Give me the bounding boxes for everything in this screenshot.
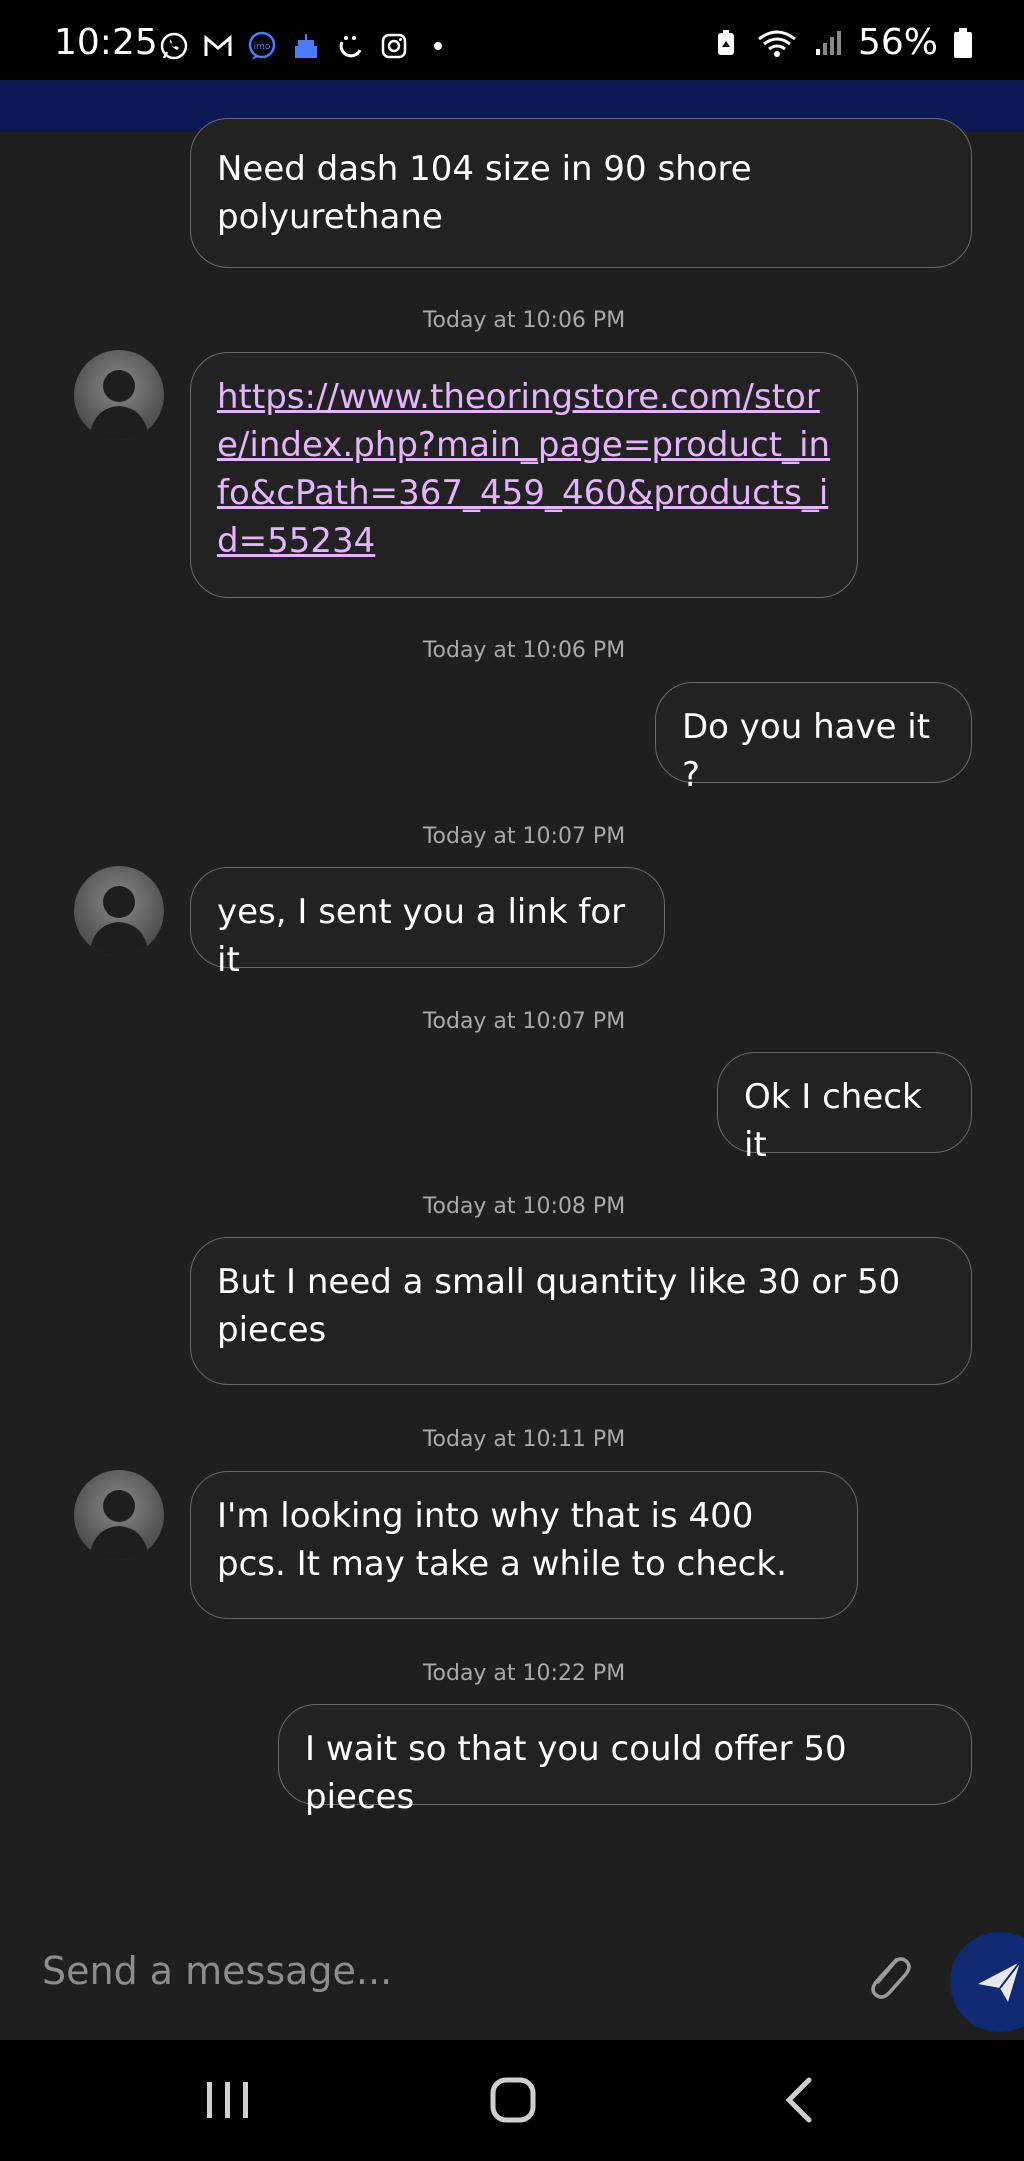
message-timestamp: Today at 10:22 PM <box>422 1661 626 1686</box>
message-text: But I need a small quantity like 30 or 5… <box>217 1262 901 1350</box>
person-silhouette-icon <box>89 370 149 440</box>
message-text: Need dash 104 size in 90 shore polyureth… <box>217 149 752 237</box>
message-timestamp: Today at 10:06 PM <box>422 308 626 333</box>
message-timestamp: Today at 10:11 PM <box>422 1427 626 1452</box>
message-text: I wait so that you could offer 50 pieces <box>305 1729 847 1817</box>
back-icon[interactable] <box>765 2070 835 2130</box>
message-bubble-sent: But I need a small quantity like 30 or 5… <box>190 1237 972 1385</box>
message-timestamp: Today at 10:08 PM <box>422 1194 626 1219</box>
message-text: Ok I check it <box>744 1077 922 1165</box>
message-text: Do you have it ? <box>682 707 931 795</box>
product-link[interactable]: https://www.theoringstore.com/store/inde… <box>217 377 830 561</box>
agent-avatar <box>74 1470 164 1560</box>
chat-transcript: Need dash 104 size in 90 shore polyureth… <box>0 0 1024 1900</box>
attach-file-icon[interactable] <box>856 1946 918 2008</box>
system-nav-bar <box>0 2040 1024 2161</box>
person-silhouette-icon <box>89 1490 149 1560</box>
message-bubble-sent: Need dash 104 size in 90 shore polyureth… <box>190 118 972 268</box>
send-icon <box>978 1961 1021 2002</box>
send-button[interactable] <box>950 1932 1024 2032</box>
message-bubble-received: I'm looking into why that is 400 pcs. It… <box>190 1471 858 1619</box>
message-text: I'm looking into why that is 400 pcs. It… <box>217 1496 787 1584</box>
agent-avatar <box>74 866 164 956</box>
message-bubble-received: yes, I sent you a link for it <box>190 867 665 980</box>
message-timestamp: Today at 10:07 PM <box>422 824 626 849</box>
message-timestamp: Today at 10:07 PM <box>422 1009 626 1034</box>
person-silhouette-icon <box>89 886 149 956</box>
message-bubble-sent: Do you have it ? <box>655 682 972 795</box>
message-input[interactable] <box>40 1930 824 2012</box>
message-bubble-received: https://www.theoringstore.com/store/inde… <box>190 352 858 598</box>
agent-avatar <box>74 350 164 440</box>
message-composer <box>0 1900 1024 2040</box>
message-text: yes, I sent you a link for it <box>217 892 626 980</box>
message-bubble-sent: Ok I check it <box>717 1052 972 1165</box>
recent-apps-icon[interactable] <box>193 2070 263 2130</box>
home-icon[interactable] <box>478 2070 548 2130</box>
message-bubble-sent: I wait so that you could offer 50 pieces <box>278 1704 972 1817</box>
message-timestamp: Today at 10:06 PM <box>422 638 626 663</box>
